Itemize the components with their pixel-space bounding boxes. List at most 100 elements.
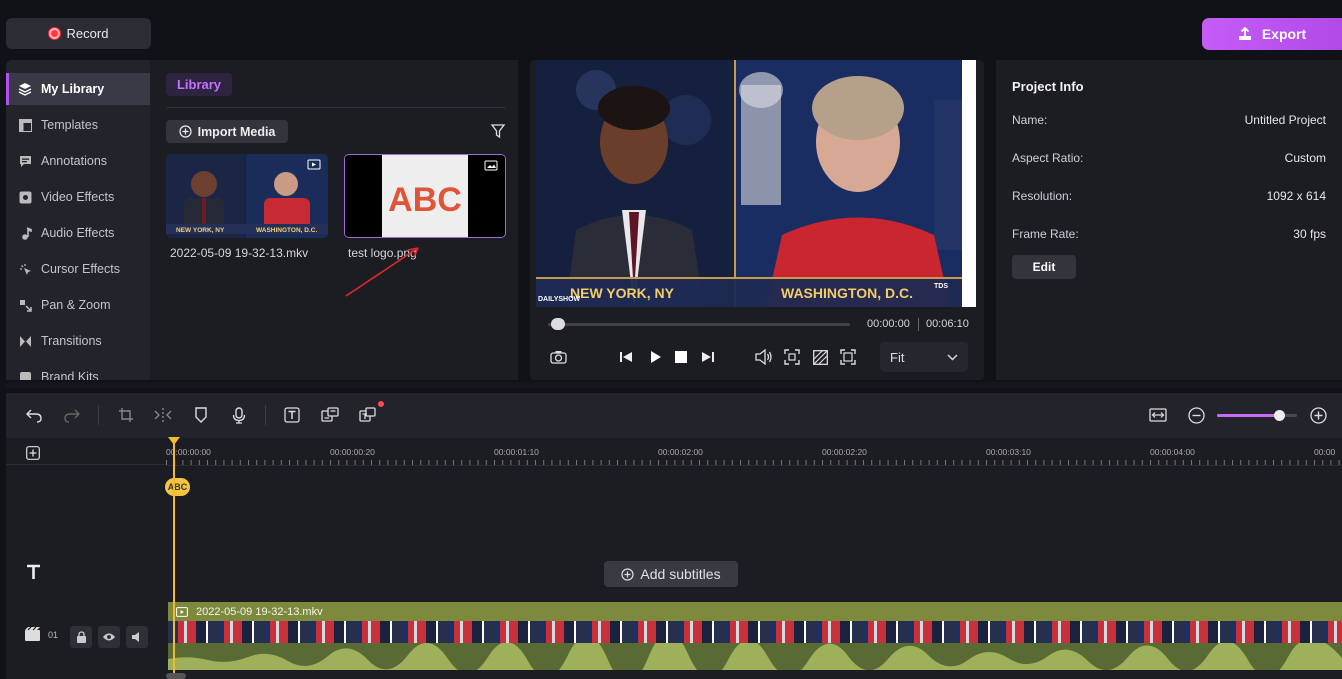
record-button[interactable]: Record	[6, 18, 151, 49]
toggle-visibility-button[interactable]	[98, 626, 120, 648]
lock-track-button[interactable]	[70, 626, 92, 648]
split-button[interactable]	[153, 405, 173, 425]
media-thumbnail-video[interactable]: NEW YORK, NY WASHINGTON, D.C.	[166, 154, 328, 238]
track-headers: 01	[6, 438, 166, 679]
marker-button[interactable]	[191, 405, 211, 425]
transitions-icon	[18, 334, 32, 348]
video-clip-header[interactable]: 2022-05-09 19-32-13.mkv	[168, 602, 1342, 621]
video-frame-image: NEW YORK, NY WASHINGTON, D.C. DAILYSHOW …	[536, 60, 976, 307]
timeline-toolbar	[6, 393, 1342, 438]
previous-frame-button[interactable]	[614, 343, 638, 371]
track-number: 01	[48, 630, 59, 640]
snapshot-button[interactable]	[546, 343, 570, 371]
svg-text:WASHINGTON, D.C.: WASHINGTON, D.C.	[256, 227, 317, 234]
video-clip-thumbnails[interactable]	[168, 621, 1342, 643]
playhead-handle-icon[interactable]	[168, 437, 180, 445]
export-button[interactable]: Export	[1202, 18, 1342, 50]
library-divider	[166, 107, 506, 108]
play-icon	[651, 351, 661, 363]
timeline-scrollbar[interactable]	[166, 673, 186, 679]
audio-waveform[interactable]	[168, 643, 1342, 670]
nav-label: My Library	[41, 82, 105, 96]
header-divider	[6, 464, 166, 465]
crop-button[interactable]	[116, 405, 136, 425]
undo-button[interactable]	[24, 405, 44, 425]
nav-item-video-effects[interactable]: Video Effects	[6, 181, 150, 213]
nav-item-brand-kits[interactable]: Brand Kits	[6, 361, 150, 380]
fullscreen-button[interactable]	[836, 343, 860, 371]
nav-item-my-library[interactable]: My Library	[6, 73, 150, 105]
fit-timeline-button[interactable]	[1148, 405, 1168, 425]
media-thumbnail-image[interactable]: ABC	[344, 154, 506, 238]
fit-label: Fit	[890, 349, 905, 365]
redo-button[interactable]	[62, 405, 82, 425]
next-frame-button[interactable]	[696, 343, 720, 371]
subtitle-button[interactable]	[320, 405, 340, 425]
fit-dropdown[interactable]: Fit	[880, 342, 968, 372]
import-media-button[interactable]: Import Media	[166, 120, 288, 143]
auto-caption-button[interactable]	[358, 401, 384, 425]
timeline-ruler[interactable]: 00:00:00:00 00:00:00:20 00:00:01:10 00:0…	[166, 438, 1342, 466]
nav-item-templates[interactable]: Templates	[6, 109, 150, 141]
zoom-out-icon	[1187, 406, 1205, 424]
panel-splitter[interactable]	[6, 382, 1342, 388]
nav-item-pan-zoom[interactable]: Pan & Zoom	[6, 289, 150, 321]
zoom-in-button[interactable]	[1308, 405, 1328, 425]
hatch-icon	[812, 349, 828, 365]
layers-icon	[18, 82, 32, 96]
aspect-ratio-label: Aspect Ratio:	[1012, 151, 1084, 165]
nav-item-annotations[interactable]: Annotations	[6, 145, 150, 177]
resolution-value: 1092 x 614	[1266, 189, 1326, 203]
split-icon	[154, 408, 172, 422]
volume-button[interactable]	[752, 343, 776, 371]
library-tab[interactable]: Library	[166, 73, 232, 96]
ruler-label: 00:00:04:00	[1150, 447, 1195, 457]
logo-text: ABC	[388, 181, 462, 219]
toolbar-separator	[98, 405, 99, 425]
banner-left-text: NEW YORK, NY	[570, 285, 675, 301]
text-button[interactable]	[282, 405, 302, 425]
fit-width-icon	[1149, 408, 1167, 422]
total-time: 00:06:10	[926, 318, 969, 330]
frame-rate-label: Frame Rate:	[1012, 227, 1079, 241]
zoom-out-button[interactable]	[1186, 405, 1206, 425]
edit-project-button[interactable]: Edit	[1012, 255, 1076, 279]
ruler-label: 00:00	[1314, 447, 1336, 457]
logo-clip-marker[interactable]: ABC	[165, 478, 190, 496]
plus-circle-icon	[621, 567, 635, 581]
nav-label: Brand Kits	[41, 370, 99, 380]
nav-item-transitions[interactable]: Transitions	[6, 325, 150, 357]
chevron-down-icon	[947, 354, 958, 360]
playhead[interactable]	[173, 440, 175, 674]
background-button[interactable]	[808, 343, 832, 371]
logo-thumbnail-image: ABC	[345, 155, 505, 237]
focus-frame-icon	[784, 349, 800, 365]
stop-button[interactable]	[669, 343, 693, 371]
nav-item-audio-effects[interactable]: Audio Effects	[6, 217, 150, 249]
mute-track-button[interactable]	[126, 626, 148, 648]
ruler-label: 00:00:01:10	[494, 447, 539, 457]
speaker-icon	[132, 632, 139, 642]
add-subtitles-button[interactable]: Add subtitles	[604, 561, 738, 587]
filter-icon[interactable]	[490, 123, 506, 139]
preview-panel: NEW YORK, NY WASHINGTON, D.C. DAILYSHOW …	[530, 60, 984, 380]
seek-handle[interactable]	[551, 318, 566, 330]
play-button[interactable]	[643, 343, 667, 371]
add-track-button[interactable]	[26, 446, 42, 462]
crop-region-button[interactable]	[780, 343, 804, 371]
record-dot-icon	[48, 28, 60, 39]
import-media-label: Import Media	[197, 124, 276, 139]
nav-item-cursor-effects[interactable]: Cursor Effects	[6, 253, 150, 285]
add-subtitles-label: Add subtitles	[640, 566, 721, 582]
seek-bar[interactable]	[548, 323, 850, 326]
nav-label: Pan & Zoom	[41, 298, 111, 312]
zoom-slider-handle[interactable]	[1274, 410, 1286, 421]
ruler-divider	[166, 465, 1342, 466]
lock-icon	[76, 631, 86, 643]
voiceover-button[interactable]	[229, 405, 249, 425]
name-label: Name:	[1012, 113, 1048, 127]
export-label: Export	[1261, 26, 1307, 42]
video-preview[interactable]: NEW YORK, NY WASHINGTON, D.C. DAILYSHOW …	[536, 60, 976, 307]
nav-label: Annotations	[41, 154, 108, 168]
video-effects-icon	[18, 190, 32, 204]
